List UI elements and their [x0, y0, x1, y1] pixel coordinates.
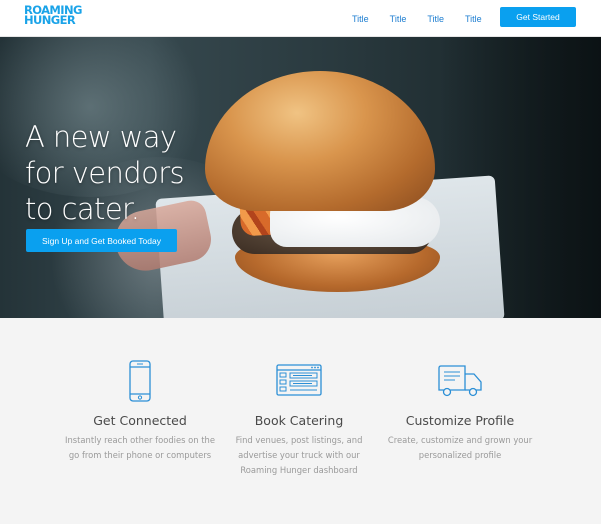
feature-description-line: Create, customize and grown your — [387, 435, 533, 445]
feature-description-line: personalized profile — [418, 450, 502, 460]
nav-link-4[interactable]: Title — [465, 14, 482, 24]
features-section: Get Connected Instantly reach other food… — [0, 318, 601, 524]
hero-headline: A new way for vendors to cater. — [25, 119, 225, 227]
feature-title: Book Catering — [254, 413, 344, 428]
feature-title: Get Connected — [93, 413, 187, 428]
feature-description-line: Find venues, post listings, and — [235, 435, 363, 445]
dashboard-window-icon — [276, 364, 322, 396]
nav-link-1[interactable]: Title — [352, 14, 369, 24]
feature-description-line: Roaming Hunger dashboard — [240, 465, 358, 475]
hero-headline-line-1: A new way — [25, 120, 177, 154]
get-started-button[interactable]: Get Started — [500, 7, 576, 27]
feature-description-line: go from their phone or computers — [68, 450, 212, 460]
burger-top-bun — [205, 71, 435, 211]
hero-headline-line-2: for vendors — [25, 156, 185, 190]
nav-link-2[interactable]: Title — [390, 14, 407, 24]
top-navbar: ROAMING HUNGER Title Title Title Title G… — [0, 0, 601, 37]
hero-headline-line-3: to cater. — [25, 192, 140, 226]
nav-links: Title Title Title Title — [352, 0, 503, 37]
smartphone-icon — [129, 360, 151, 402]
hero-banner: A new way for vendors to cater. Sign Up … — [0, 37, 601, 318]
food-truck-icon — [438, 365, 482, 397]
roaming-hunger-logo[interactable]: ROAMING HUNGER — [24, 4, 82, 31]
feature-description: Create, customize and grown your persona… — [370, 433, 550, 463]
logo-line-2: HUNGER — [24, 13, 76, 28]
feature-description: Instantly reach other foodies on the go … — [50, 433, 230, 463]
feature-description: Find venues, post listings, and advertis… — [209, 433, 389, 478]
feature-description-line: Instantly reach other foodies on the — [64, 435, 216, 445]
sign-up-button[interactable]: Sign Up and Get Booked Today — [26, 229, 177, 252]
feature-title: Customize Profile — [405, 413, 515, 428]
feature-description-line: advertise your truck with our — [238, 450, 360, 460]
nav-link-3[interactable]: Title — [427, 14, 444, 24]
